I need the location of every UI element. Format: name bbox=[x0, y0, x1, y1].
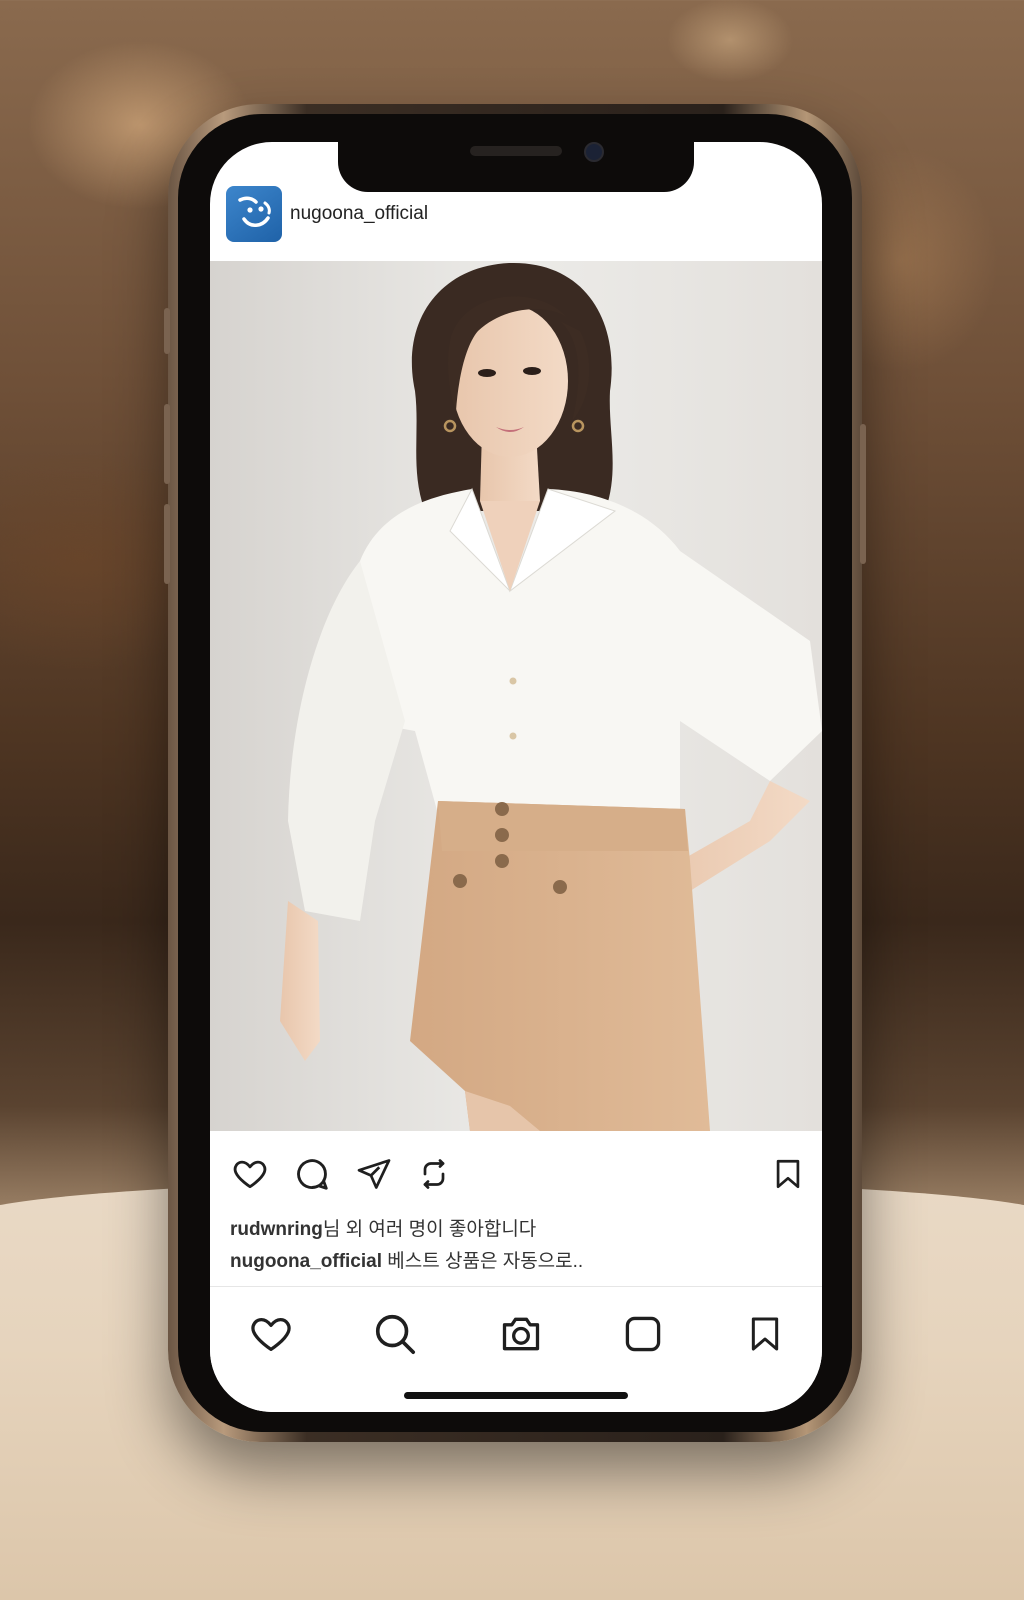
heart-icon bbox=[233, 1160, 267, 1189]
post-photo[interactable] bbox=[210, 261, 822, 1131]
repost-icon bbox=[423, 1159, 445, 1189]
tab-search[interactable] bbox=[370, 1309, 420, 1359]
post-actions bbox=[210, 1152, 822, 1202]
likes-text: 님 외 여러 명이 좋아합니다 bbox=[322, 1219, 537, 1240]
smiley-logo-icon bbox=[238, 196, 271, 227]
heart-icon bbox=[251, 1317, 291, 1351]
post-header: nugoona_official bbox=[226, 186, 428, 242]
notch bbox=[338, 142, 694, 192]
tab-posts[interactable] bbox=[618, 1309, 668, 1359]
share-button[interactable] bbox=[354, 1152, 394, 1196]
share-icon bbox=[357, 1159, 391, 1189]
search-icon bbox=[375, 1314, 416, 1355]
caption-line: nugoona_official 베스트 상품은 자동으로.. bbox=[230, 1246, 583, 1273]
tab-activity[interactable] bbox=[246, 1309, 296, 1359]
speaker bbox=[470, 146, 562, 156]
post-username[interactable]: nugoona_official bbox=[290, 203, 428, 225]
avatar[interactable] bbox=[226, 186, 282, 242]
caption-username[interactable]: nugoona_official bbox=[230, 1251, 382, 1272]
like-button[interactable] bbox=[230, 1152, 270, 1196]
camera-icon bbox=[502, 1317, 540, 1351]
likes-line: rudwnring님 외 여러 명이 좋아합니다 bbox=[230, 1214, 536, 1241]
bookmark-icon bbox=[776, 1159, 800, 1189]
comment-button[interactable] bbox=[292, 1152, 332, 1196]
tab-saved[interactable] bbox=[740, 1309, 790, 1359]
front-camera bbox=[584, 142, 604, 162]
tab-camera[interactable] bbox=[496, 1309, 546, 1359]
repost-button[interactable] bbox=[414, 1152, 454, 1196]
model-illustration bbox=[210, 261, 822, 1131]
save-button[interactable] bbox=[768, 1152, 808, 1196]
phone-screen: nugoona_official rudwnring님 외 여러 명이 좋아합니… bbox=[210, 142, 822, 1412]
liker-username[interactable]: rudwnring bbox=[230, 1219, 323, 1240]
caption-text: 베스트 상품은 자동으로.. bbox=[382, 1251, 584, 1272]
comment-icon bbox=[297, 1159, 328, 1190]
home-indicator[interactable] bbox=[404, 1392, 628, 1399]
square-icon bbox=[625, 1316, 661, 1352]
bookmark-icon bbox=[751, 1317, 779, 1351]
